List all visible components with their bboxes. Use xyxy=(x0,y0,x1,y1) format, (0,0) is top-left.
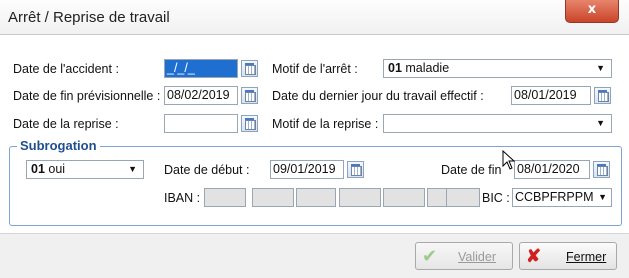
subrogation-group xyxy=(9,146,622,226)
date-reprise-label: Date de la reprise : xyxy=(13,117,119,131)
date-fin-input[interactable]: 08/01/2020 xyxy=(514,160,590,179)
calendar-icon[interactable] xyxy=(347,161,364,178)
chevron-down-icon: ▼ xyxy=(598,192,607,202)
x-icon: ✘ xyxy=(526,246,542,266)
date-accident-label: Date de l'accident : xyxy=(13,62,119,76)
iban-field-1[interactable] xyxy=(204,188,246,207)
iban-field-2[interactable] xyxy=(252,188,294,207)
valider-button[interactable]: ✔ Valider xyxy=(415,242,513,270)
date-reprise-input[interactable] xyxy=(164,114,238,133)
bic-select[interactable]: CCBPFRPPM ▼ xyxy=(512,188,612,207)
date-fin-previsionnelle-input[interactable]: 08/02/2019 xyxy=(164,86,238,105)
mouse-cursor-icon xyxy=(502,150,516,170)
iban-field-5[interactable] xyxy=(383,188,425,207)
title-bar: Arrêt / Reprise de travail x xyxy=(0,0,629,35)
calendar-icon[interactable] xyxy=(593,161,610,178)
motif-reprise-select[interactable]: ▼ xyxy=(383,114,612,133)
motif-arret-text: maladie xyxy=(405,61,450,75)
date-accident-input[interactable]: _/_/_ xyxy=(164,59,238,78)
bic-value: CCBPFRPPM xyxy=(515,190,594,204)
valider-label: Valider xyxy=(458,250,496,264)
date-debut-input[interactable]: 09/01/2019 xyxy=(270,160,344,179)
iban-field-7[interactable] xyxy=(446,188,480,207)
date-dernier-jour-label: Date du dernier jour du travail effectif… xyxy=(272,89,484,103)
date-fin-previsionnelle-label: Date de fin prévisionnelle : xyxy=(13,89,161,103)
date-dernier-jour-input[interactable]: 08/01/2019 xyxy=(511,86,591,105)
chevron-down-icon: ▼ xyxy=(128,164,137,174)
window-title: Arrêt / Reprise de travail xyxy=(8,9,170,26)
fermer-button[interactable]: ✘ Fermer xyxy=(519,242,617,270)
close-button[interactable]: x xyxy=(565,0,619,23)
subrogation-title: Subrogation xyxy=(17,138,100,153)
motif-arret-code: 01 xyxy=(388,61,402,75)
date-debut-label: Date de début : xyxy=(164,163,250,177)
subrogation-code: 01 xyxy=(31,162,45,176)
dialog-window: Arrêt / Reprise de travail x Date de l'a… xyxy=(0,0,629,278)
calendar-icon[interactable] xyxy=(241,115,258,132)
calendar-icon[interactable] xyxy=(594,87,611,104)
chevron-down-icon: ▼ xyxy=(596,63,605,73)
date-fin-label: Date de fin xyxy=(441,163,502,177)
calendar-icon[interactable] xyxy=(241,60,258,77)
iban-field-3[interactable] xyxy=(296,188,336,207)
subrogation-text: oui xyxy=(48,162,66,176)
motif-arret-label: Motif de l'arrêt : xyxy=(272,62,358,76)
motif-arret-select[interactable]: 01 maladie ▼ xyxy=(383,59,612,78)
motif-reprise-label: Motif de la reprise : xyxy=(272,117,379,131)
iban-field-4[interactable] xyxy=(339,188,381,207)
chevron-down-icon: ▼ xyxy=(596,118,605,128)
check-icon: ✔ xyxy=(422,246,438,266)
iban-label: IBAN : xyxy=(164,191,201,205)
subrogation-select[interactable]: 01 oui ▼ xyxy=(26,160,144,179)
fermer-label: Fermer xyxy=(566,250,607,264)
bic-label: BIC : xyxy=(482,191,510,205)
calendar-icon[interactable] xyxy=(241,87,258,104)
